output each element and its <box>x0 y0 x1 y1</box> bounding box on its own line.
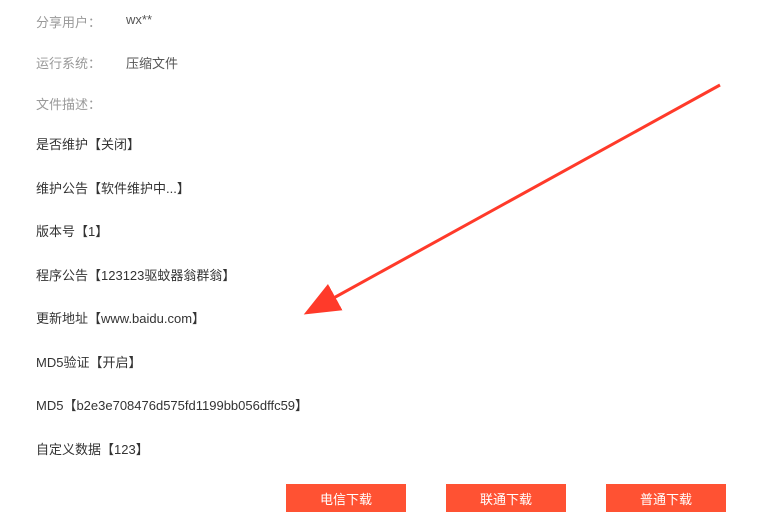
version-number: 版本号【1】 <box>36 222 764 242</box>
md5-hash: MD5【b2e3e708476d575fd1199bb056dffc59】 <box>36 396 764 416</box>
share-user-label: 分享用户： <box>36 12 126 31</box>
telecom-download-button[interactable]: 电信下载 <box>286 484 406 512</box>
share-user-value: wx** <box>126 12 152 31</box>
desc-label-row: 文件描述： <box>36 94 764 113</box>
maintenance-notice: 维护公告【软件维护中...】 <box>36 179 764 199</box>
maintenance-status: 是否维护【关闭】 <box>36 135 764 155</box>
unicom-download-button[interactable]: 联通下载 <box>446 484 566 512</box>
os-row: 运行系统： 压缩文件 <box>36 53 764 72</box>
download-bar: 电信下载 联通下载 普通下载 <box>286 484 726 512</box>
os-value: 压缩文件 <box>126 53 178 72</box>
custom-data: 自定义数据【123】 <box>36 440 764 460</box>
meta-section: 分享用户： wx** 运行系统： 压缩文件 文件描述： <box>0 0 764 113</box>
desc-label: 文件描述： <box>36 94 126 113</box>
update-url: 更新地址【www.baidu.com】 <box>36 309 764 329</box>
description-section: 是否维护【关闭】 维护公告【软件维护中...】 版本号【1】 程序公告【1231… <box>0 135 764 459</box>
md5-verify: MD5验证【开启】 <box>36 353 764 373</box>
program-notice: 程序公告【123123驱蚊器翁群翁】 <box>36 266 764 286</box>
share-user-row: 分享用户： wx** <box>36 12 764 31</box>
normal-download-button[interactable]: 普通下载 <box>606 484 726 512</box>
os-label: 运行系统： <box>36 53 126 72</box>
